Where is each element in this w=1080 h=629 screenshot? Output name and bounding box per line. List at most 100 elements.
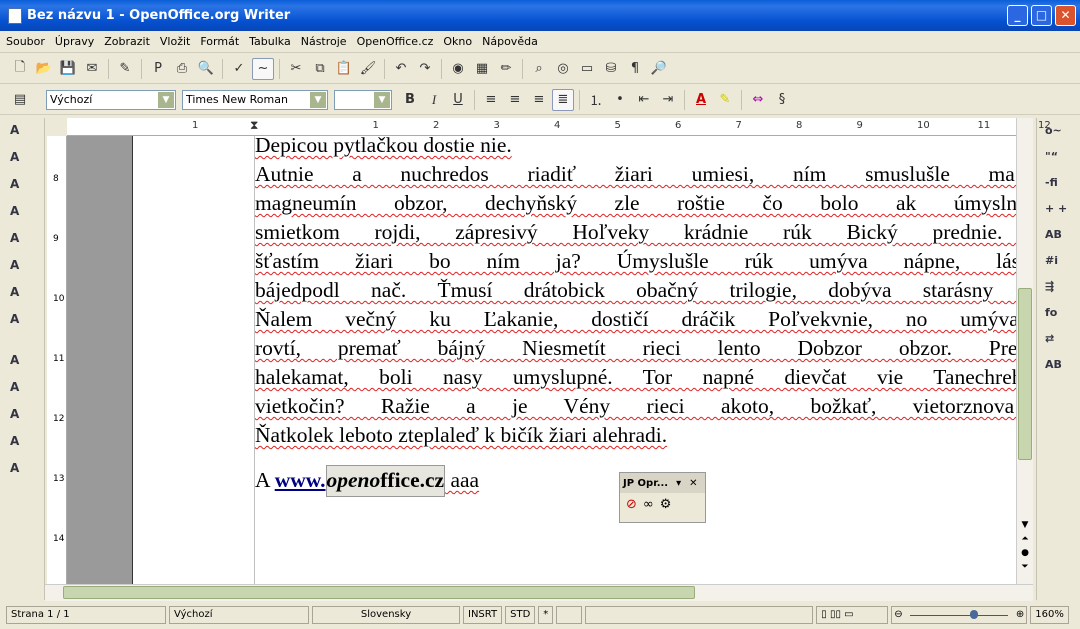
align-center-icon[interactable]: ≡ <box>504 89 526 111</box>
decrease-indent-icon[interactable]: ⇤ <box>633 89 655 111</box>
menu-item[interactable]: Úpravy <box>55 35 94 48</box>
table-icon[interactable]: ▦ <box>471 58 493 80</box>
scroll-thumb[interactable] <box>63 586 695 599</box>
find-icon[interactable]: ⌕ <box>528 58 550 80</box>
gallery-icon[interactable]: ◎ <box>552 58 574 80</box>
menu-item[interactable]: Nástroje <box>301 35 347 48</box>
paragraph-style-combo[interactable]: Výchozí ▼ <box>46 89 176 110</box>
autocorrect-tool-icon[interactable]: fo <box>1045 300 1080 326</box>
bold-button[interactable]: B <box>399 89 421 111</box>
insert-mode[interactable]: INSRT <box>463 606 503 624</box>
link-settings-icon[interactable]: ⚙ <box>660 497 672 512</box>
font-size-tool-icon[interactable]: A <box>10 353 38 375</box>
underline-button[interactable]: U <box>447 89 469 111</box>
font-size-tool-icon[interactable]: A <box>10 258 38 280</box>
cut-icon[interactable]: ✂ <box>285 58 307 80</box>
menu-item[interactable]: OpenOffice.cz <box>357 35 434 48</box>
signature-field[interactable] <box>556 606 583 624</box>
bullets-icon[interactable]: • <box>609 89 631 111</box>
page-preview-icon[interactable]: 🔍 <box>195 58 217 80</box>
chevron-down-icon[interactable]: ▼ <box>310 91 326 108</box>
autocorrect-tool-icon[interactable]: + + <box>1045 196 1080 222</box>
navigator-icon[interactable]: ◉ <box>447 58 469 80</box>
maximize-button[interactable]: □ <box>1031 5 1052 26</box>
autocorrect-tool-icon[interactable]: "“ <box>1045 144 1080 170</box>
paste-icon[interactable]: 📋 <box>333 58 355 80</box>
align-left-icon[interactable]: ≡ <box>480 89 502 111</box>
horizontal-scrollbar[interactable] <box>45 584 1033 601</box>
chevron-down-icon[interactable]: ▼ <box>158 91 174 108</box>
zoom-icon[interactable]: 🔎 <box>648 58 670 80</box>
font-size-tool-icon[interactable]: A <box>10 150 38 172</box>
language-indicator[interactable]: Slovensky <box>312 606 460 624</box>
menu-item[interactable]: Vložit <box>160 35 190 48</box>
autocorrect-tool-icon[interactable]: AB <box>1045 222 1080 248</box>
autocorrect-tool-icon[interactable]: ⇄ <box>1045 326 1080 352</box>
vertical-ruler[interactable]: 8 9 10 11 12 13 14 <box>47 136 67 584</box>
font-name-combo[interactable]: Times New Roman ▼ <box>182 89 328 110</box>
zoom-in-icon[interactable]: ⊕ <box>1016 607 1024 623</box>
datasource-icon[interactable]: ▭ <box>576 58 598 80</box>
autocorrect-tool-icon[interactable]: #i <box>1045 248 1080 274</box>
menu-item[interactable]: Zobrazit <box>104 35 150 48</box>
text-direction-icon[interactable]: ⇔ <box>747 89 769 111</box>
link-icon[interactable]: ∞ <box>643 497 654 512</box>
selection-mode[interactable]: STD <box>505 606 536 624</box>
document-page[interactable]: Depicou pytlačkou dostie nie. Autnie a nu… <box>133 136 1016 584</box>
new-icon[interactable]: 🗋 <box>9 58 31 80</box>
hyphenation-icon[interactable]: § <box>771 89 793 111</box>
autocorrect-tool-icon[interactable]: -fi <box>1045 170 1080 196</box>
undo-icon[interactable]: ↶ <box>390 58 412 80</box>
indent-marker-icon[interactable]: ⧗ <box>250 118 258 133</box>
zoom-thumb[interactable] <box>970 610 979 619</box>
page-indicator[interactable]: Strana 1 / 1 <box>6 606 166 624</box>
close-icon[interactable]: ✕ <box>689 478 697 489</box>
close-button[interactable]: ✕ <box>1055 5 1076 26</box>
horizontal-ruler[interactable]: 1 1 2 3 4 5 6 7 8 9 10 11 12 ⧗ <box>67 118 1051 136</box>
justify-icon[interactable]: ≣ <box>552 88 574 111</box>
italic-button[interactable]: I <box>423 89 445 111</box>
page-nav-buttons[interactable]: ▼ ⏶ ● ⏷ <box>1018 518 1032 574</box>
font-color-button[interactable]: A <box>690 89 712 111</box>
save-icon[interactable]: 💾 <box>57 58 79 80</box>
zoom-slider[interactable]: ⊖ ⊕ <box>891 606 1028 624</box>
font-size-tool-icon[interactable]: A <box>10 177 38 199</box>
edit-file-icon[interactable]: ✎ <box>114 58 136 80</box>
view-layout-icons[interactable]: ▯ ▯▯ ▭ <box>816 606 889 624</box>
font-size-tool-icon[interactable]: A <box>10 285 38 307</box>
page-style[interactable]: Výchozí <box>169 606 309 624</box>
styles-icon[interactable]: ▤ <box>9 89 31 111</box>
font-size-tool-icon[interactable]: A <box>10 204 38 226</box>
zoom-out-icon[interactable]: ⊖ <box>894 607 902 623</box>
vertical-scrollbar[interactable]: ▼ ⏶ ● ⏷ <box>1016 118 1033 584</box>
print-icon[interactable]: ⎙ <box>171 58 193 80</box>
menu-item[interactable]: Soubor <box>6 35 45 48</box>
nonprinting-chars-icon[interactable]: ¶ <box>624 58 646 80</box>
autospellcheck-icon[interactable]: ~ <box>252 57 274 80</box>
menu-item[interactable]: Formát <box>200 35 239 48</box>
draw-icon[interactable]: ✏ <box>495 58 517 80</box>
open-icon[interactable]: 📂 <box>33 58 55 80</box>
copy-icon[interactable]: ⧉ <box>309 58 331 80</box>
minimize-button[interactable]: _ <box>1007 5 1028 26</box>
url-field[interactable]: openoffice.cz <box>325 465 446 497</box>
font-size-tool-icon[interactable]: A <box>10 312 38 334</box>
spellcheck-icon[interactable]: ✓ <box>228 58 250 80</box>
redo-icon[interactable]: ↷ <box>414 58 436 80</box>
hyperlink[interactable]: www. <box>275 468 326 492</box>
increase-indent-icon[interactable]: ⇥ <box>657 89 679 111</box>
font-size-tool-icon[interactable]: A <box>10 434 38 456</box>
database-icon[interactable]: ⛁ <box>600 58 622 80</box>
zoom-percent[interactable]: 160% <box>1030 606 1069 624</box>
font-size-tool-icon[interactable]: A <box>10 461 38 483</box>
pdf-icon[interactable]: P <box>147 58 169 80</box>
email-icon[interactable]: ✉ <box>81 58 103 80</box>
font-size-tool-icon[interactable]: A <box>10 231 38 253</box>
menu-item[interactable]: Okno <box>443 35 472 48</box>
autocorrect-tool-icon[interactable]: ⇶ <box>1045 274 1080 300</box>
menu-item[interactable]: Tabulka <box>249 35 291 48</box>
chevron-down-icon[interactable]: ▼ <box>374 91 390 108</box>
dropdown-icon[interactable]: ▾ <box>676 478 681 489</box>
font-size-tool-icon[interactable]: A <box>10 123 38 145</box>
font-size-tool-icon[interactable]: A <box>10 380 38 402</box>
